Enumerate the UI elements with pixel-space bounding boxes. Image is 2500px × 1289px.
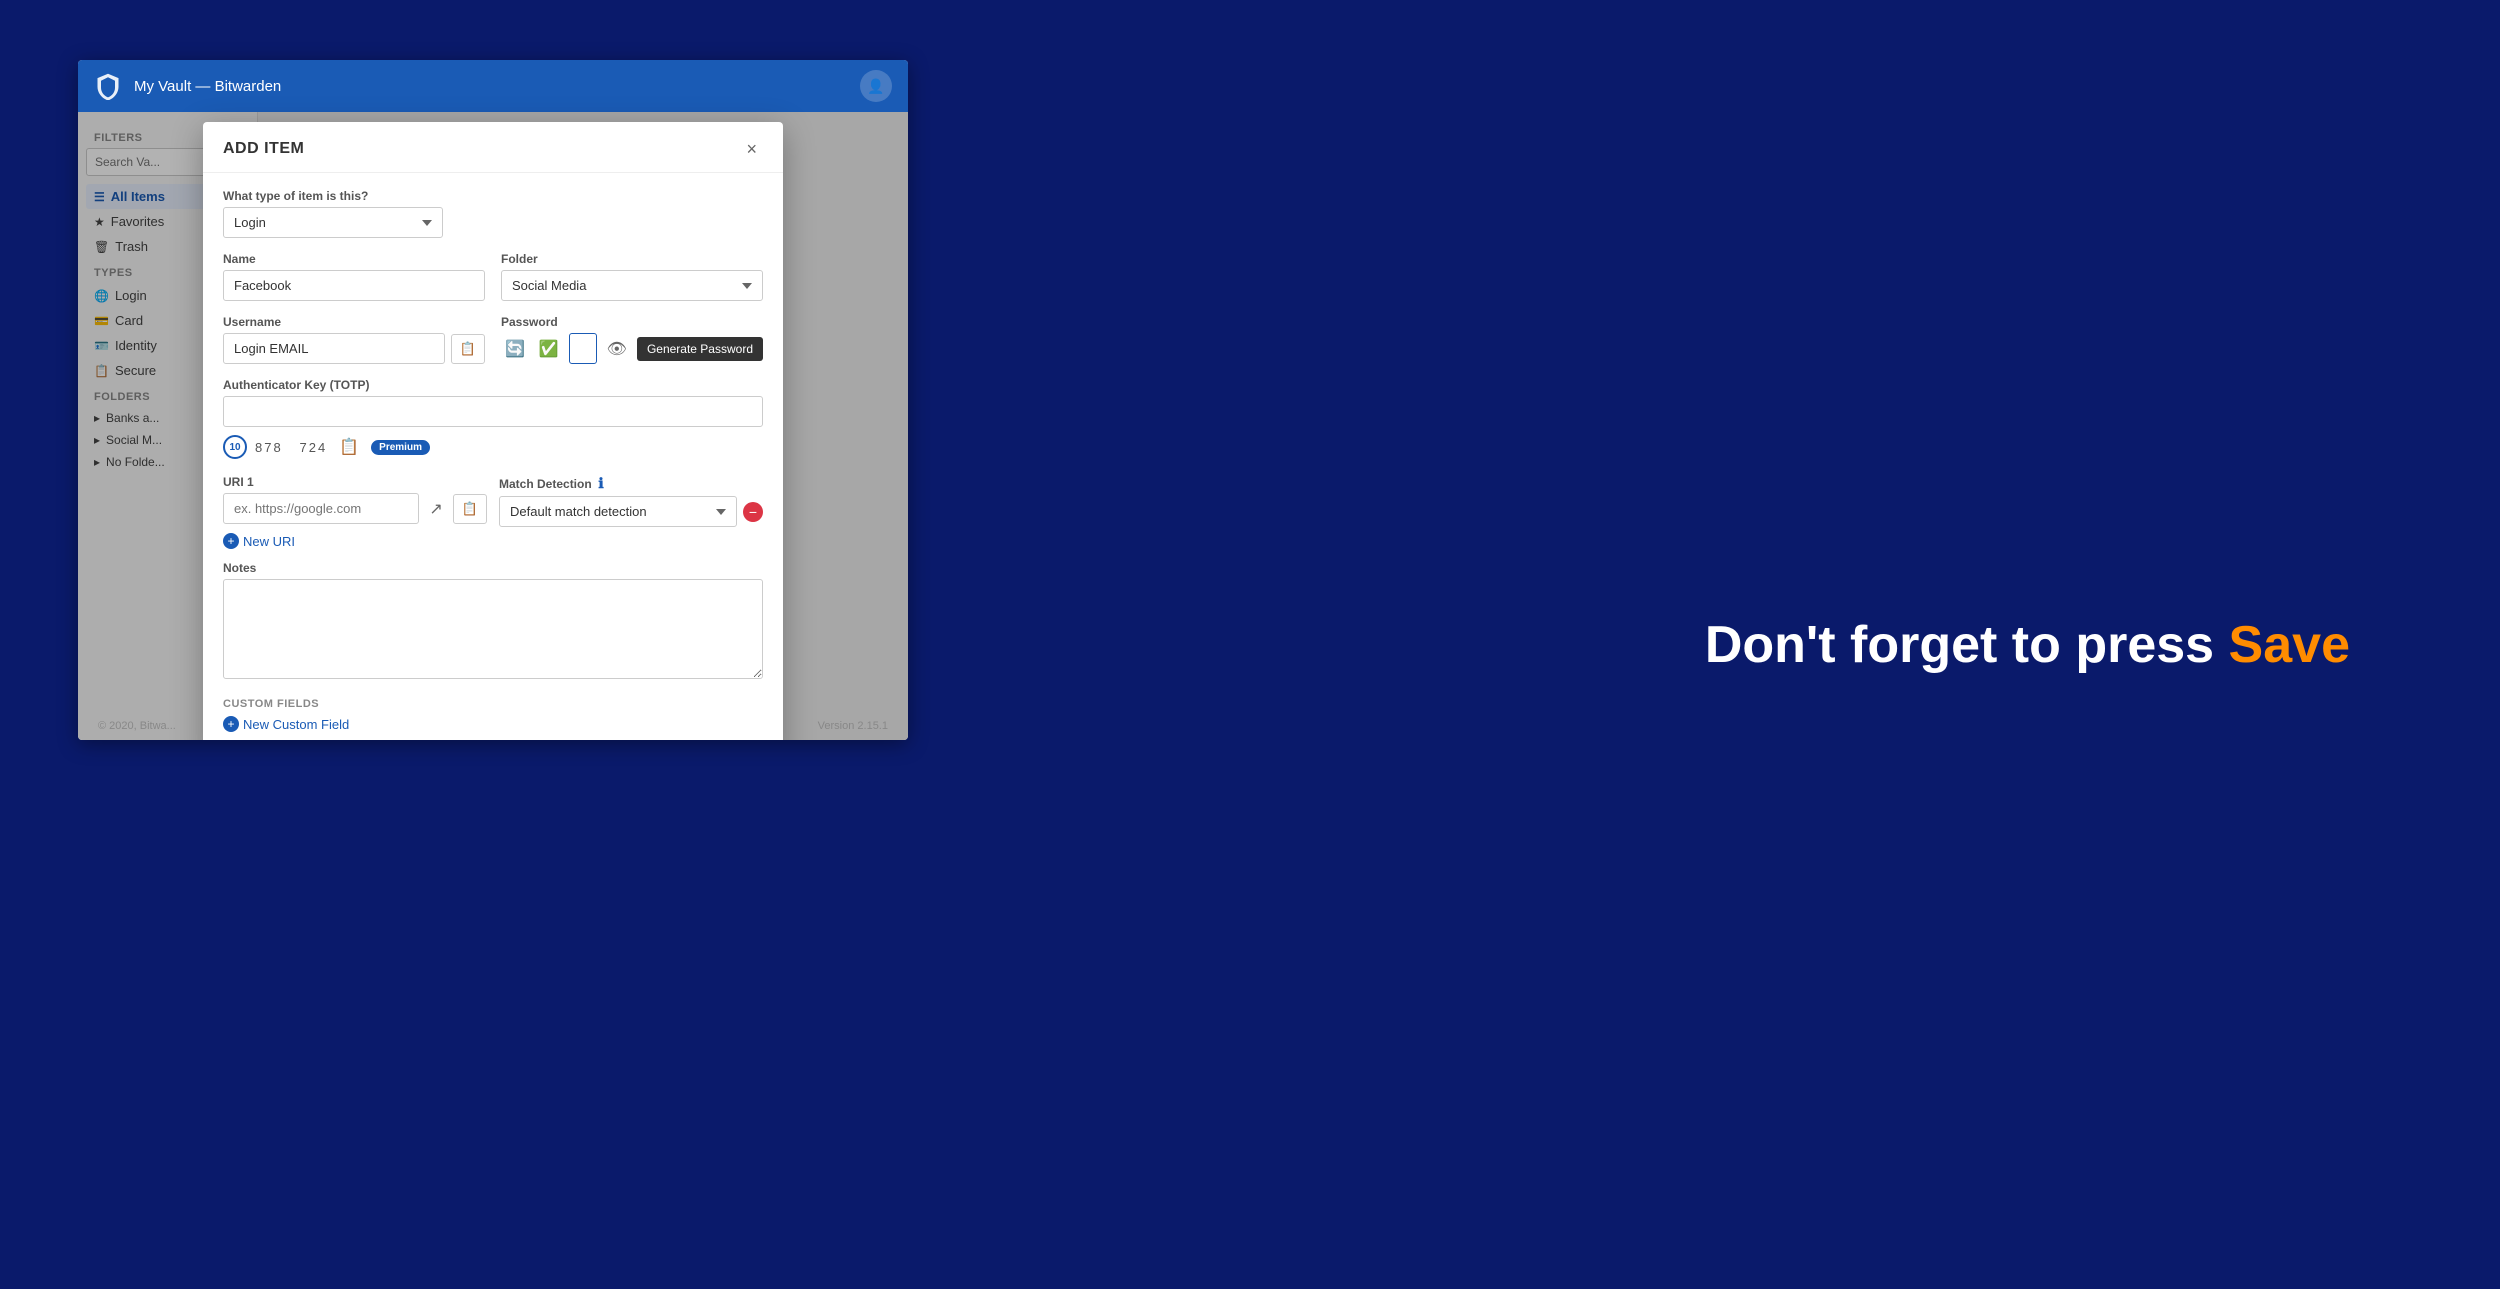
totp-code: 878 724 <box>255 440 327 455</box>
right-message: Don't forget to press Save <box>1705 615 2350 675</box>
match-detection-select[interactable]: Default match detection Base domain Host… <box>499 496 737 527</box>
remove-uri-button[interactable]: − <box>743 502 763 522</box>
username-group: Username 📋 <box>223 315 485 364</box>
match-detection-label: Match Detection ℹ <box>499 475 763 492</box>
password-group: Password 🔄 ✅ 👁 Generate Password <box>501 315 763 364</box>
check-password-button[interactable]: ✅ <box>535 335 563 363</box>
save-highlight: Save <box>2229 616 2350 674</box>
type-select-wrapper: Login Card Identity Secure Note <box>223 207 443 238</box>
totp-label: Authenticator Key (TOTP) <box>223 378 763 392</box>
app-topbar: My Vault — Bitwarden 👤 <box>78 60 908 112</box>
uri-input[interactable] <box>223 493 419 524</box>
notes-label: Notes <box>223 561 763 575</box>
username-input-row: 📋 <box>223 333 485 364</box>
notes-group: Notes <box>223 561 763 684</box>
toggle-password-button[interactable]: 👁 <box>603 335 631 363</box>
premium-badge: Premium <box>371 440 430 455</box>
name-input[interactable] <box>223 270 485 301</box>
match-detection-group: Match Detection ℹ Default match detectio… <box>499 475 763 527</box>
plus-circle-icon: + <box>223 533 239 549</box>
modal-header: ADD ITEM × <box>203 122 783 173</box>
password-input-wrapper <box>569 333 597 364</box>
copy-totp-button[interactable]: 📋 <box>335 433 363 461</box>
generate-password-tooltip: Generate Password <box>637 337 763 361</box>
notes-textarea[interactable] <box>223 579 763 679</box>
version-text: Version 2.15.1 <box>818 720 888 732</box>
copyright-text: © 2020, Bitwa... <box>98 720 176 732</box>
type-select[interactable]: Login Card Identity Secure Note <box>223 207 443 238</box>
folder-label: Folder <box>501 252 763 266</box>
uri-match-row: URI 1 ↗ 📋 Match Detection ℹ <box>223 475 763 527</box>
uri-redirect-button[interactable]: ↗ <box>425 495 446 523</box>
modal-title: ADD ITEM <box>223 140 304 158</box>
uri-group: URI 1 ↗ 📋 <box>223 475 487 524</box>
new-uri-button[interactable]: + New URI <box>223 533 295 549</box>
uri-label: URI 1 <box>223 475 487 489</box>
modal-body: What type of item is this? Login Card Id… <box>203 173 783 740</box>
folder-group: Folder Social Media No Folder Banks <box>501 252 763 301</box>
name-group: Name <box>223 252 485 301</box>
name-label: Name <box>223 252 485 266</box>
custom-fields-title: CUSTOM FIELDS <box>223 698 763 710</box>
app-window: My Vault — Bitwarden 👤 FILTERS ☰ All Ite… <box>78 60 908 740</box>
totp-input[interactable] <box>223 396 763 427</box>
totp-group: Authenticator Key (TOTP) 10 878 724 📋 Pr… <box>223 378 763 461</box>
modal-overlay: ADD ITEM × What type of item is this? Lo… <box>78 112 908 740</box>
password-input-row: 🔄 ✅ 👁 Generate Password <box>501 333 763 364</box>
username-password-row: Username 📋 Password 🔄 ✅ <box>223 315 763 364</box>
close-button[interactable]: × <box>740 138 763 160</box>
bitwarden-logo <box>94 72 122 100</box>
match-detection-info-icon[interactable]: ℹ <box>598 475 603 491</box>
totp-timer: 10 <box>223 435 247 459</box>
uri-input-row: ↗ 📋 <box>223 493 487 524</box>
totp-row: 10 878 724 📋 Premium <box>223 433 763 461</box>
folder-select[interactable]: Social Media No Folder Banks <box>501 270 763 301</box>
app-title: My Vault — Bitwarden <box>134 78 848 95</box>
username-input[interactable] <box>223 333 445 364</box>
name-folder-row: Name Folder Social Media No Folder Banks <box>223 252 763 301</box>
avatar[interactable]: 👤 <box>860 70 892 102</box>
password-input[interactable] <box>569 333 597 364</box>
regenerate-password-button[interactable]: 🔄 <box>501 335 529 363</box>
username-label: Username <box>223 315 485 329</box>
match-detection-input-row: Default match detection Base domain Host… <box>499 496 763 527</box>
add-item-modal: ADD ITEM × What type of item is this? Lo… <box>203 122 783 740</box>
type-label: What type of item is this? <box>223 189 763 203</box>
app-footer: © 2020, Bitwa... Version 2.15.1 <box>78 712 908 740</box>
password-label: Password <box>501 315 763 329</box>
copy-username-button[interactable]: 📋 <box>451 334 485 364</box>
type-section: What type of item is this? Login Card Id… <box>223 189 763 238</box>
copy-uri-button[interactable]: 📋 <box>453 494 487 524</box>
